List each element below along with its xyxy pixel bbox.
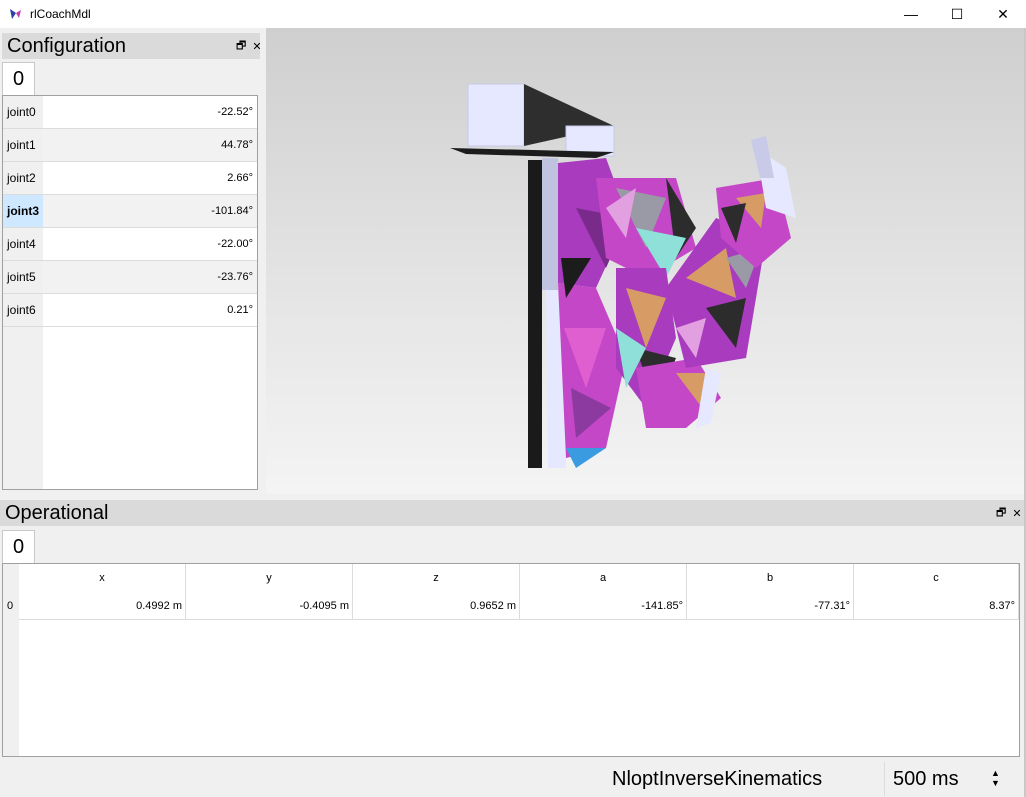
row-header[interactable]: 0	[3, 592, 19, 620]
interval-spinbox[interactable]: 500 ms ▲ ▼	[884, 762, 1010, 796]
joint-name[interactable]: joint0	[3, 96, 43, 128]
maximize-button[interactable]: ☐	[934, 0, 980, 28]
joint-value[interactable]: 0.21°	[43, 294, 257, 326]
minimize-button[interactable]: —	[888, 0, 934, 28]
joint-name[interactable]: joint3	[3, 195, 43, 227]
cell-y[interactable]: -0.4095 m	[186, 592, 353, 620]
joint-name[interactable]: joint1	[3, 129, 43, 161]
operational-dock-title: Operational 🗗 ✕	[0, 500, 1024, 526]
configuration-title: Configuration	[7, 34, 126, 57]
close-icon[interactable]: ✕	[1012, 507, 1021, 520]
joint-row: joint5 -23.76°	[3, 261, 257, 294]
joint-row: joint6 0.21°	[3, 294, 257, 327]
joint-value[interactable]: -23.76°	[43, 261, 257, 293]
column-header-y[interactable]: y	[186, 564, 353, 592]
solver-label: NloptInverseKinematics	[612, 768, 823, 790]
app-icon	[8, 7, 22, 21]
cell-x[interactable]: 0.4992 m	[19, 592, 186, 620]
configuration-tab-0[interactable]: 0	[2, 62, 35, 95]
joint-name[interactable]: joint6	[3, 294, 43, 326]
column-header-a[interactable]: a	[520, 564, 687, 592]
column-header-b[interactable]: b	[687, 564, 854, 592]
window-title: rlCoachMdl	[30, 7, 91, 21]
operational-title: Operational	[5, 501, 109, 524]
joint-row: joint0 -22.52°	[3, 96, 257, 129]
column-header-c[interactable]: c	[854, 564, 1019, 592]
spin-arrows[interactable]: ▲ ▼	[991, 768, 1000, 788]
configuration-dock-title: Configuration 🗗 ✕	[2, 33, 262, 59]
close-button[interactable]: ✕	[980, 0, 1026, 28]
joint-row: joint2 2.66°	[3, 162, 257, 195]
joint-name[interactable]: joint5	[3, 261, 43, 293]
float-icon[interactable]: 🗗	[996, 504, 1006, 523]
robot-model	[450, 83, 796, 468]
cell-b[interactable]: -77.31°	[687, 592, 854, 620]
title-bar: rlCoachMdl — ☐ ✕	[0, 0, 1026, 28]
joint-value[interactable]: -101.84°	[43, 195, 257, 227]
3d-viewport[interactable]	[266, 28, 1024, 494]
operational-table: x y z a b c 0 0.4992 m -0.4095 m 0.9652 …	[2, 563, 1020, 757]
cell-c[interactable]: 8.37°	[854, 592, 1019, 620]
cell-a[interactable]: -141.85°	[520, 592, 687, 620]
spin-up-icon[interactable]: ▲	[991, 768, 1000, 778]
column-header-x[interactable]: x	[19, 564, 186, 592]
interval-value[interactable]: 500 ms	[893, 768, 959, 791]
float-icon[interactable]: 🗗	[236, 37, 246, 56]
joint-row-selected: joint3 -101.84°	[3, 195, 257, 228]
operational-dock-buttons: 🗗 ✕	[990, 500, 1022, 526]
column-header-z[interactable]: z	[353, 564, 520, 592]
joint-value[interactable]: -22.52°	[43, 96, 257, 128]
table-empty-area	[19, 621, 1019, 756]
spin-down-icon[interactable]: ▼	[991, 778, 1000, 788]
close-icon[interactable]: ✕	[252, 40, 261, 53]
configuration-table: joint0 -22.52° joint1 44.78° joint2 2.66…	[2, 95, 258, 490]
cell-z[interactable]: 0.9652 m	[353, 592, 520, 620]
joint-value[interactable]: -22.00°	[43, 228, 257, 260]
operational-tab-0[interactable]: 0	[2, 530, 35, 563]
joint-value[interactable]: 2.66°	[43, 162, 257, 194]
joint-row: joint4 -22.00°	[3, 228, 257, 261]
joint-row: joint1 44.78°	[3, 129, 257, 162]
joint-name[interactable]: joint4	[3, 228, 43, 260]
joint-name[interactable]: joint2	[3, 162, 43, 194]
joint-value[interactable]: 44.78°	[43, 129, 257, 161]
configuration-dock-buttons: 🗗 ✕	[230, 33, 262, 59]
